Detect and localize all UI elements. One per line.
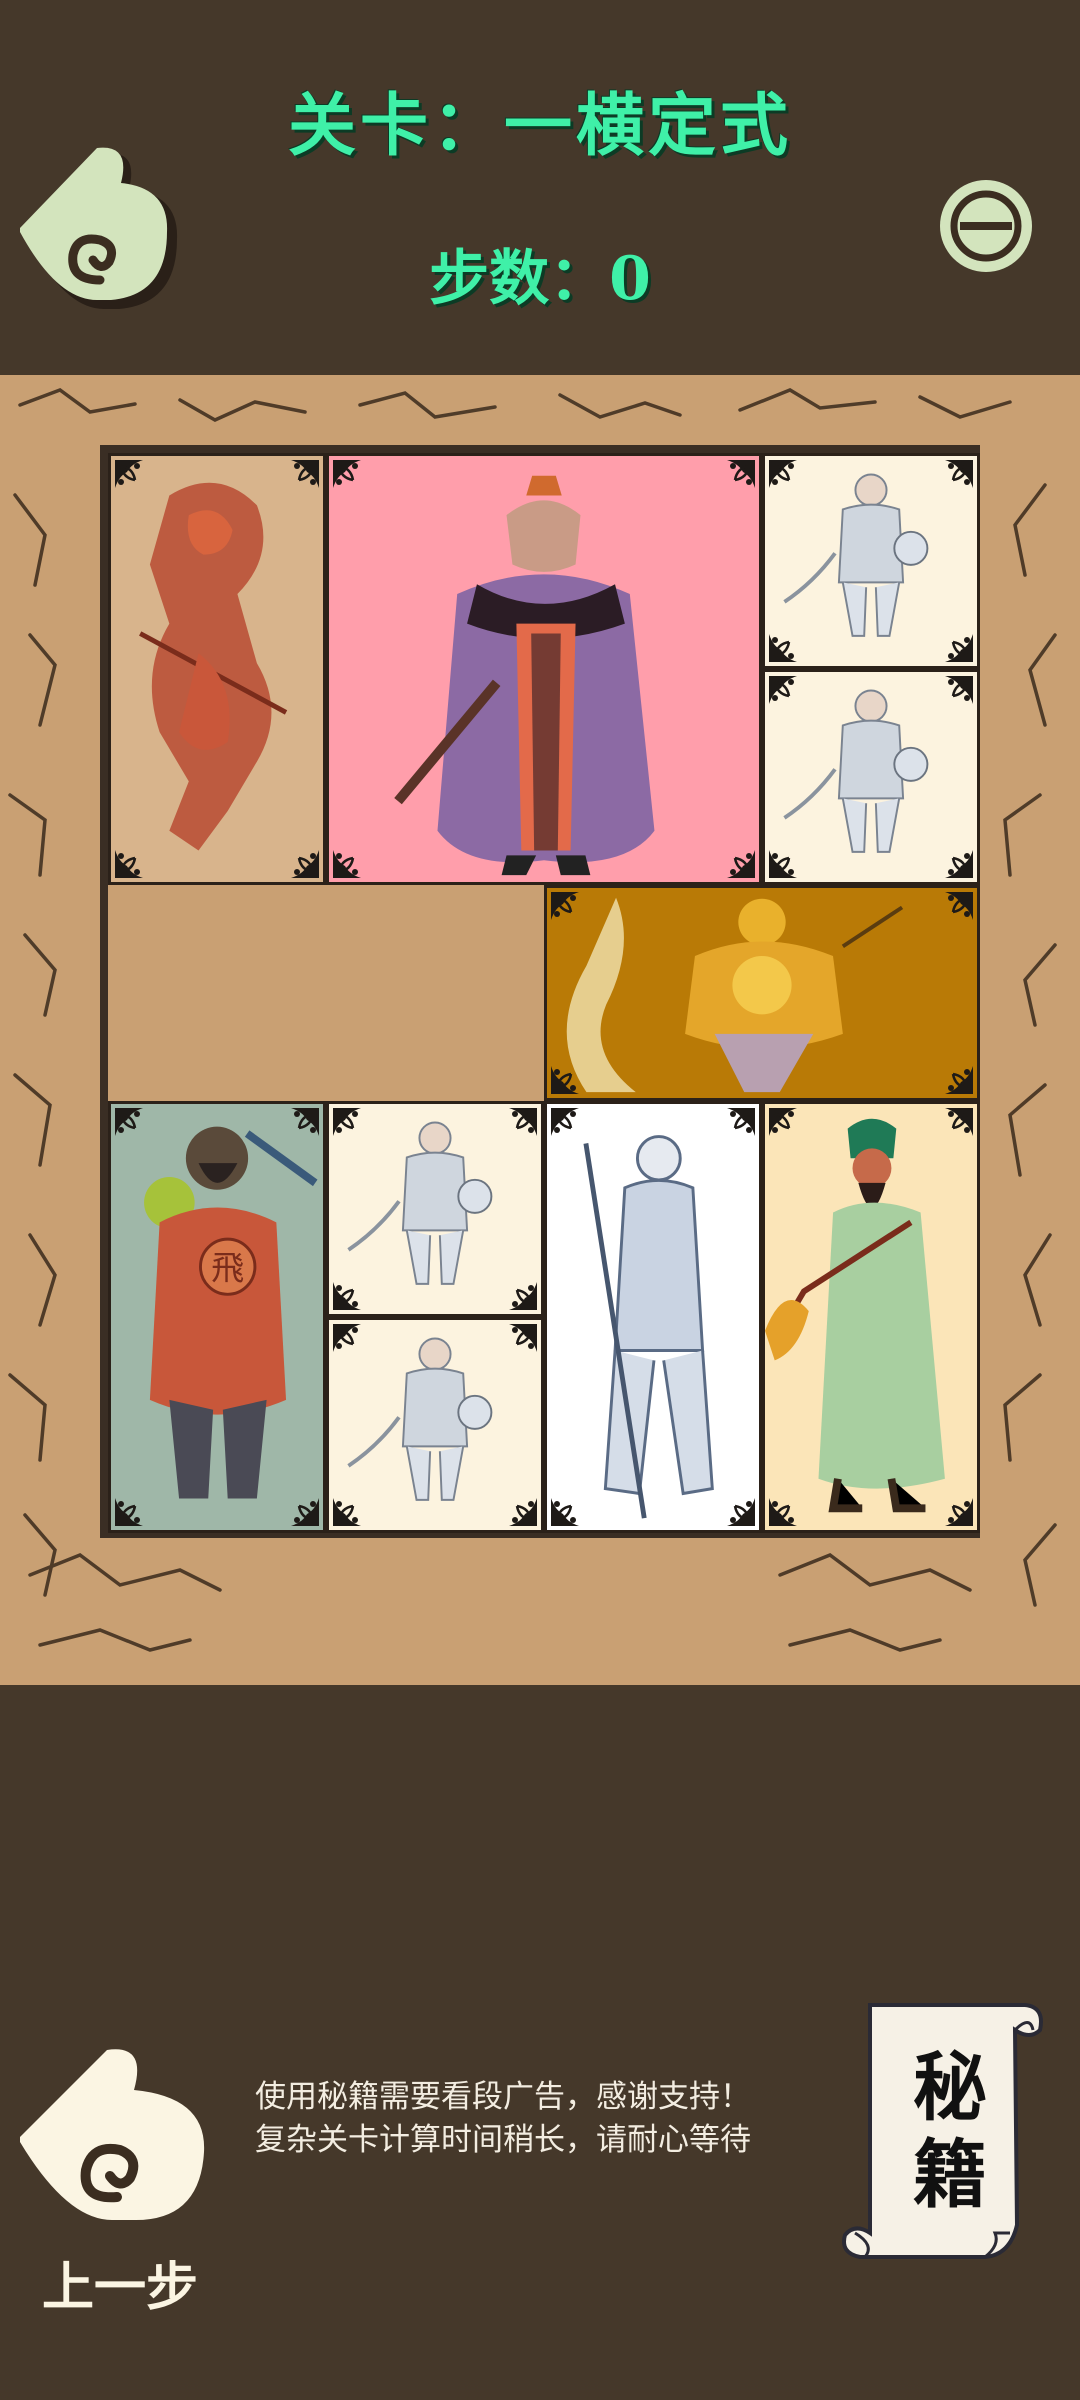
cheat-notice: 使用秘籍需要看段广告，感谢支持！ 复杂关卡计算时间稍长，请耐心等待 xyxy=(255,2075,815,2161)
cloud-swirl-back-icon xyxy=(20,147,178,309)
soldier-figure xyxy=(347,1121,493,1285)
red-warrior-piece[interactable] xyxy=(108,453,326,885)
notice-line-2: 复杂关卡计算时间稍长，请耐心等待 xyxy=(255,2122,751,2157)
zhang-fei-emblem: 飛 xyxy=(211,1248,244,1287)
game-screen: 关卡：一横定式 步数：0 飛 上一步 使用秘籍需要看段广告，感谢支持！ 复杂关卡… xyxy=(0,0,1080,2400)
back-button[interactable] xyxy=(5,140,180,315)
exit-gap xyxy=(322,1538,757,1685)
board-grid: 飛 xyxy=(100,445,980,1538)
soldier-piece-2[interactable] xyxy=(762,669,980,885)
soldier-piece-4[interactable] xyxy=(326,1317,544,1533)
menu-button[interactable] xyxy=(938,178,1034,274)
zhang-fei-figure: 飛 xyxy=(144,1126,318,1499)
golden-general-piece[interactable] xyxy=(544,885,980,1101)
cloud-swirl-undo-icon xyxy=(20,2049,205,2221)
soldier-figure xyxy=(783,473,929,637)
guan-yu-figure xyxy=(765,1118,945,1513)
puzzle-board: 飛 xyxy=(0,375,1080,1685)
zhao-yun-figure xyxy=(583,1135,714,1519)
soldier-piece-3[interactable] xyxy=(326,1101,544,1317)
guan-yu-piece[interactable] xyxy=(762,1101,980,1533)
soldier-figure xyxy=(347,1337,493,1501)
red-warrior-figure xyxy=(139,482,288,851)
cao-cao-figure xyxy=(394,475,655,876)
soldier-piece-1[interactable] xyxy=(762,453,980,669)
undo-label: 上一步 xyxy=(41,2257,198,2318)
zhang-fei-piece[interactable]: 飛 xyxy=(108,1101,326,1533)
circle-menu-icon xyxy=(940,180,1032,272)
notice-line-1: 使用秘籍需要看段广告，感谢支持！ xyxy=(255,2079,751,2114)
undo-button[interactable] xyxy=(12,2042,212,2227)
golden-general-figure xyxy=(566,897,904,1093)
cao-cao-piece[interactable] xyxy=(326,453,762,885)
soldier-figure xyxy=(783,689,929,853)
cheat-char-2: 籍 xyxy=(913,2132,987,2218)
zhao-yun-piece[interactable] xyxy=(544,1101,762,1533)
